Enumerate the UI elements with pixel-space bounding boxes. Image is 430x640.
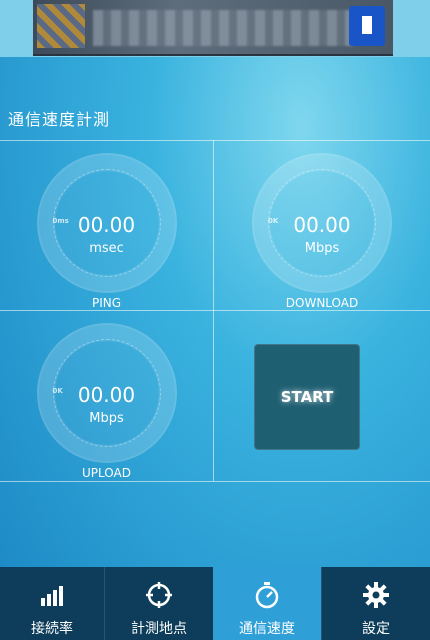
ping-unit: msec — [89, 241, 124, 256]
stopwatch-icon — [255, 582, 279, 609]
nav-item-settings[interactable]: 設定 — [322, 567, 430, 640]
upload-value: 00.00 — [77, 383, 136, 407]
page-title: 通信速度計測 — [8, 110, 111, 129]
nav-item-connection-rate[interactable]: 接続率 — [0, 567, 104, 640]
bottom-nav: 接続率 計測地点 通信速度 設定 — [0, 567, 430, 640]
ping-label: PING — [91, 296, 122, 310]
nav-item-speed[interactable]: 通信速度 — [213, 567, 321, 640]
upload-label: UPLOAD — [82, 466, 131, 480]
upload-gauge: 0K 00.00 Mbps — [36, 323, 177, 463]
upload-panel: 0K 00.00 Mbps UPLOAD — [0, 311, 213, 481]
crosshair-icon — [146, 582, 172, 608]
download-gauge: 0K 00.00 Mbps — [252, 153, 392, 293]
ad-banner-area — [0, 0, 430, 57]
ad-text-blurred — [93, 10, 353, 46]
nav-label: 設定 — [362, 621, 390, 637]
signal-bars-icon — [41, 586, 63, 606]
upload-unit: Mbps — [89, 411, 124, 426]
nav-label: 計測地点 — [131, 621, 187, 637]
ad-action-icon[interactable] — [349, 6, 385, 46]
gear-icon — [363, 582, 389, 608]
nav-label: 通信速度 — [239, 621, 295, 637]
ping-panel: 0ms 00.00 msec PING — [0, 141, 213, 311]
download-panel: 0K 00.00 Mbps DOWNLOAD — [214, 141, 430, 311]
ad-banner[interactable] — [33, 0, 393, 56]
ping-gauge: 0ms 00.00 msec — [36, 153, 177, 293]
download-unit: Mbps — [304, 241, 340, 256]
download-label: DOWNLOAD — [285, 296, 359, 310]
start-button[interactable]: START — [254, 344, 360, 450]
nav-label: 接続率 — [31, 621, 73, 637]
download-value: 00.00 — [293, 213, 351, 237]
ad-thumbnail — [37, 4, 85, 48]
ping-value: 00.00 — [77, 213, 136, 237]
grid-divider — [0, 481, 430, 482]
nav-item-measure-point[interactable]: 計測地点 — [105, 567, 213, 640]
